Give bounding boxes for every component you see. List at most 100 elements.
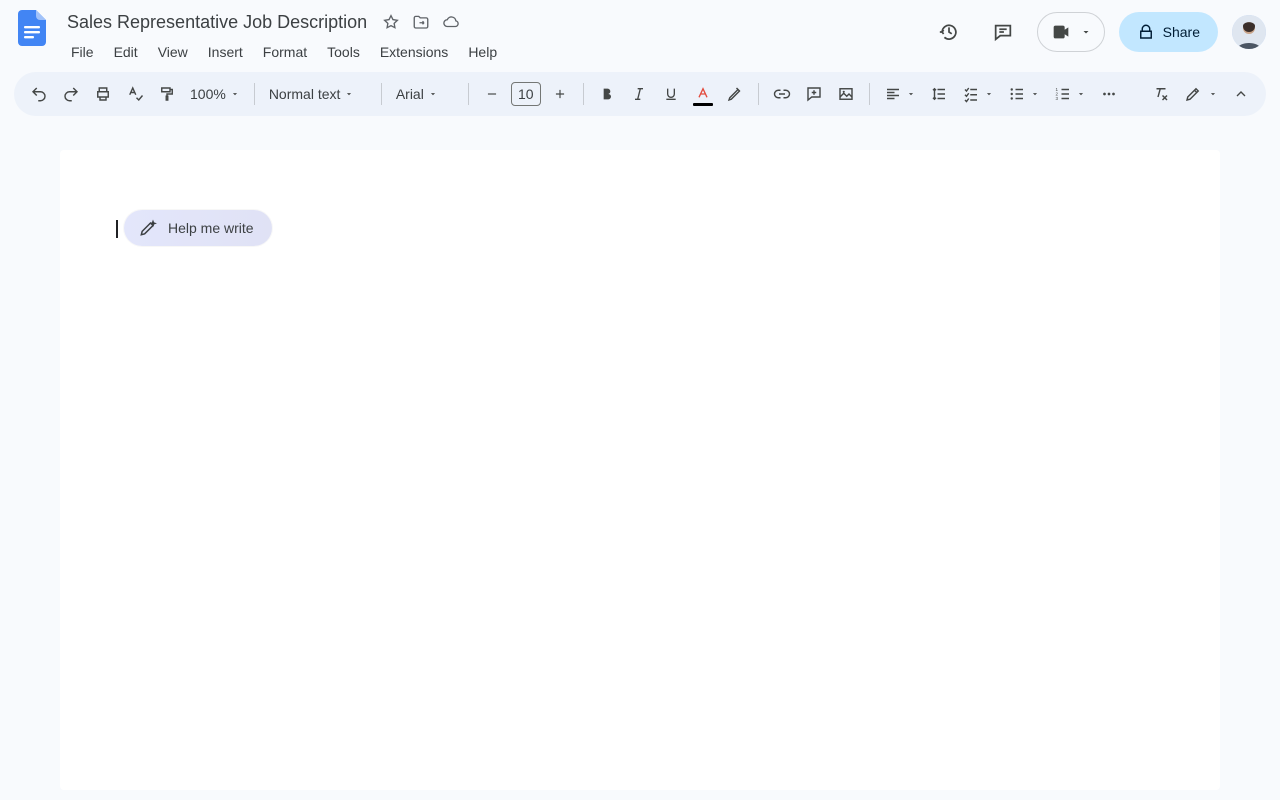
chevron-up-icon: [1233, 86, 1249, 102]
caret-down-icon: [1208, 89, 1218, 99]
font-size-input[interactable]: [511, 82, 541, 106]
video-icon: [1050, 21, 1072, 43]
header-bar: Sales Representative Job Description Fil…: [0, 0, 1280, 66]
separator: [758, 83, 759, 105]
bulleted-list-icon: [1008, 85, 1026, 103]
checklist-icon: [962, 85, 980, 103]
menu-edit[interactable]: Edit: [105, 40, 147, 64]
pencil-icon: [1184, 85, 1202, 103]
line-spacing-button[interactable]: [924, 79, 954, 109]
meet-button[interactable]: [1037, 12, 1105, 52]
checklist-dropdown[interactable]: [956, 79, 1000, 109]
spellcheck-button[interactable]: [120, 79, 150, 109]
link-icon: [773, 85, 791, 103]
insert-image-button[interactable]: [831, 79, 861, 109]
comments-button[interactable]: [983, 12, 1023, 52]
help-me-write-label: Help me write: [168, 220, 254, 236]
caret-down-icon: [230, 89, 240, 99]
share-button[interactable]: Share: [1119, 12, 1218, 52]
bold-button[interactable]: [592, 79, 622, 109]
line-spacing-icon: [930, 85, 948, 103]
paint-roller-icon: [158, 85, 176, 103]
highlight-color-button[interactable]: [720, 79, 750, 109]
magic-pencil-icon: [138, 218, 158, 238]
caret-down-icon: [1030, 89, 1040, 99]
avatar-icon: [1232, 15, 1266, 49]
history-button[interactable]: [929, 12, 969, 52]
zoom-value: 100%: [190, 86, 226, 102]
menu-format[interactable]: Format: [254, 40, 316, 64]
align-dropdown[interactable]: [878, 79, 922, 109]
svg-text:3: 3: [1055, 96, 1058, 101]
clear-formatting-icon: [1152, 85, 1170, 103]
clear-formatting-button[interactable]: [1146, 79, 1176, 109]
editing-mode-dropdown[interactable]: [1178, 79, 1224, 109]
star-icon[interactable]: [382, 13, 400, 31]
insert-link-button[interactable]: [767, 79, 797, 109]
caret-down-icon: [1080, 26, 1092, 38]
separator: [254, 83, 255, 105]
undo-button[interactable]: [24, 79, 54, 109]
document-page[interactable]: Help me write: [60, 150, 1220, 790]
font-size-controls: [477, 79, 575, 109]
docs-logo-icon: [18, 10, 46, 46]
print-button[interactable]: [88, 79, 118, 109]
lock-icon: [1137, 23, 1155, 41]
separator: [468, 83, 469, 105]
title-icons: [382, 13, 460, 31]
zoom-dropdown[interactable]: 100%: [184, 79, 246, 109]
redo-button[interactable]: [56, 79, 86, 109]
document-title[interactable]: Sales Representative Job Description: [62, 9, 372, 35]
paragraph-style-value: Normal text: [269, 86, 341, 102]
toolbar: 100% Normal text Arial: [14, 72, 1266, 116]
font-family-dropdown[interactable]: Arial: [390, 79, 460, 109]
add-comment-button[interactable]: [799, 79, 829, 109]
menu-tools[interactable]: Tools: [318, 40, 369, 64]
docs-logo[interactable]: [14, 8, 50, 56]
text-color-button[interactable]: [688, 79, 718, 109]
bulleted-list-dropdown[interactable]: [1002, 79, 1046, 109]
document-area: Help me write: [0, 116, 1280, 790]
hide-toolbar-button[interactable]: [1226, 79, 1256, 109]
undo-icon: [30, 85, 48, 103]
history-icon: [938, 21, 960, 43]
align-left-icon: [884, 85, 902, 103]
caret-down-icon: [906, 89, 916, 99]
text-color-icon: [695, 86, 711, 102]
numbered-list-icon: 123: [1054, 85, 1072, 103]
account-avatar[interactable]: [1232, 15, 1266, 49]
print-icon: [94, 85, 112, 103]
menu-file[interactable]: File: [62, 40, 103, 64]
text-cursor: [116, 220, 118, 238]
font-family-value: Arial: [396, 86, 424, 102]
image-icon: [837, 85, 855, 103]
minus-icon: [485, 87, 499, 101]
title-block: Sales Representative Job Description Fil…: [62, 8, 917, 66]
menu-extensions[interactable]: Extensions: [371, 40, 457, 64]
separator: [869, 83, 870, 105]
help-me-write-button[interactable]: Help me write: [124, 210, 272, 246]
italic-button[interactable]: [624, 79, 654, 109]
highlighter-icon: [726, 85, 744, 103]
more-formatting-button[interactable]: [1094, 79, 1124, 109]
italic-icon: [631, 86, 647, 102]
menu-insert[interactable]: Insert: [199, 40, 252, 64]
font-size-increase[interactable]: [545, 79, 575, 109]
paragraph-style-dropdown[interactable]: Normal text: [263, 79, 373, 109]
menu-help[interactable]: Help: [459, 40, 506, 64]
share-label: Share: [1163, 24, 1200, 40]
cloud-status-icon[interactable]: [442, 13, 460, 31]
more-horiz-icon: [1100, 85, 1118, 103]
menu-view[interactable]: View: [149, 40, 197, 64]
paint-format-button[interactable]: [152, 79, 182, 109]
numbered-list-dropdown[interactable]: 123: [1048, 79, 1092, 109]
underline-button[interactable]: [656, 79, 686, 109]
spellcheck-icon: [126, 85, 144, 103]
separator: [583, 83, 584, 105]
separator: [381, 83, 382, 105]
comment-icon: [992, 21, 1014, 43]
plus-icon: [553, 87, 567, 101]
font-size-decrease[interactable]: [477, 79, 507, 109]
caret-down-icon: [428, 89, 438, 99]
move-icon[interactable]: [412, 13, 430, 31]
